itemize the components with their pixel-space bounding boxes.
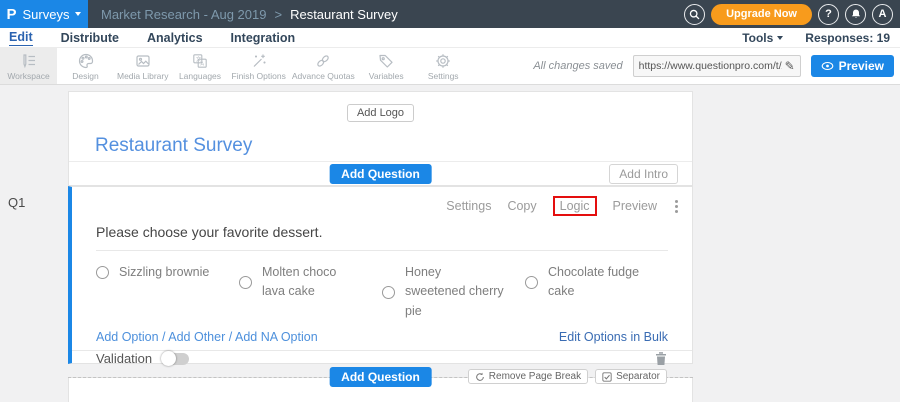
validation-label: Validation: [96, 351, 152, 366]
page-break-row: Add Question Remove Page Break Separator: [68, 366, 693, 388]
tab-edit[interactable]: Edit: [9, 30, 33, 46]
survey-header-card: Add Logo Restaurant Survey Add Question …: [68, 91, 693, 186]
validation-toggle[interactable]: [162, 353, 189, 365]
option-molten-choco-lava-cake[interactable]: Molten choco lava cake: [239, 263, 382, 302]
main-nav: Edit Distribute Analytics Integration To…: [0, 28, 900, 47]
help-button[interactable]: ?: [818, 4, 839, 25]
question-card: Settings Copy Logic Preview Please choos…: [68, 186, 693, 364]
svg-text:A: A: [200, 62, 204, 68]
checkbox-check-icon: [602, 372, 612, 382]
image-icon: [134, 52, 152, 70]
responses-count[interactable]: Responses: 19: [805, 31, 890, 45]
option-links-row: Add Option / Add Other / Add NA Option E…: [72, 321, 692, 350]
surveys-menu-label: Surveys: [23, 7, 70, 22]
toolbar-item-advance-quotas[interactable]: Advance Quotas: [289, 48, 358, 84]
preview-button[interactable]: Preview: [811, 55, 894, 77]
surveys-menu[interactable]: P Surveys: [0, 0, 88, 28]
questionpro-logo-icon: P: [7, 7, 17, 22]
notifications-bell-icon[interactable]: [845, 4, 866, 25]
radio-icon[interactable]: [96, 266, 109, 279]
toolbar-item-settings[interactable]: Settings: [415, 48, 472, 84]
upgrade-now-button[interactable]: Upgrade Now: [711, 4, 812, 25]
separator-button[interactable]: Separator: [595, 369, 667, 384]
toolbar-item-languages[interactable]: 文A Languages: [172, 48, 229, 84]
survey-header-actions: Add Question Add Intro: [69, 161, 692, 185]
eye-icon: [821, 61, 834, 71]
question-copy-link[interactable]: Copy: [507, 199, 536, 213]
add-question-button-bottom[interactable]: Add Question: [329, 367, 432, 387]
trash-icon: [654, 351, 668, 366]
edit-toolbar: Workspace Design Media Library 文A Langua…: [0, 47, 900, 85]
breadcrumb: Market Research - Aug 2019 > Restaurant …: [101, 7, 398, 22]
search-icon[interactable]: [684, 4, 705, 25]
edit-options-in-bulk-link[interactable]: Edit Options in Bulk: [559, 330, 668, 344]
nav-right: Tools Responses: 19: [742, 31, 900, 45]
question-text[interactable]: Please choose your favorite dessert.: [96, 224, 692, 240]
delete-question-button[interactable]: [654, 351, 668, 366]
chevron-down-icon: [777, 36, 783, 40]
survey-url-box: ✎: [633, 55, 801, 77]
avatar[interactable]: A: [872, 4, 893, 25]
tab-integration[interactable]: Integration: [231, 31, 296, 45]
question-preview-link[interactable]: Preview: [613, 199, 657, 213]
question-actions: Settings Copy Logic Preview: [72, 187, 692, 216]
kebab-menu-icon[interactable]: [675, 200, 678, 213]
option-chocolate-fudge-cake[interactable]: Chocolate fudge cake: [525, 263, 668, 302]
question-footer: Validation: [72, 350, 692, 366]
workspace-icon: [20, 52, 38, 70]
tab-distribute[interactable]: Distribute: [61, 31, 119, 45]
translate-icon: 文A: [191, 52, 209, 70]
topbar-actions: Upgrade Now ? A: [684, 4, 900, 25]
radio-icon[interactable]: [525, 276, 538, 289]
toolbar-item-variables[interactable]: Variables: [358, 48, 415, 84]
palette-icon: [77, 52, 95, 70]
toolbar-item-design[interactable]: Design: [57, 48, 114, 84]
option-honey-sweetened-cherry-pie[interactable]: Honey sweetened cherry pie: [382, 263, 525, 321]
question-logic-link-highlighted[interactable]: Logic: [553, 196, 597, 216]
refresh-icon: [475, 372, 485, 382]
top-bar: P Surveys Market Research - Aug 2019 > R…: [0, 0, 900, 28]
chevron-down-icon: [75, 12, 81, 16]
breadcrumb-separator-icon: >: [274, 7, 282, 22]
toolbar-right: All changes saved ✎ Preview: [533, 48, 900, 84]
breadcrumb-parent[interactable]: Market Research - Aug 2019: [101, 7, 266, 22]
remove-page-break-button[interactable]: Remove Page Break: [468, 369, 588, 384]
workspace-canvas: Q1 Add Logo Restaurant Survey Add Questi…: [0, 85, 900, 402]
tag-icon: [377, 52, 395, 70]
tab-analytics[interactable]: Analytics: [147, 31, 203, 45]
survey-url-input[interactable]: [639, 60, 782, 72]
toolbar-item-media-library[interactable]: Media Library: [114, 48, 172, 84]
question-number-label: Q1: [8, 195, 25, 210]
gear-icon: [434, 52, 452, 70]
answer-options: Sizzling brownie Molten choco lava cake …: [72, 251, 692, 321]
page-break-actions: Remove Page Break Separator: [468, 369, 667, 384]
autosave-status: All changes saved: [533, 60, 622, 72]
question-settings-link[interactable]: Settings: [446, 199, 491, 213]
magic-wand-icon: [250, 52, 268, 70]
tools-dropdown[interactable]: Tools: [742, 31, 783, 45]
add-intro-button[interactable]: Add Intro: [609, 164, 678, 184]
add-question-button-top[interactable]: Add Question: [329, 164, 432, 184]
chain-links-icon: [314, 52, 332, 70]
toolbar-item-workspace[interactable]: Workspace: [0, 48, 57, 84]
radio-icon[interactable]: [239, 276, 252, 289]
add-option-links[interactable]: Add Option / Add Other / Add NA Option: [96, 330, 318, 344]
radio-icon[interactable]: [382, 286, 395, 299]
breadcrumb-current: Restaurant Survey: [290, 7, 398, 22]
survey-title[interactable]: Restaurant Survey: [95, 135, 692, 157]
option-sizzling-brownie[interactable]: Sizzling brownie: [96, 263, 239, 282]
toolbar-item-finish-options[interactable]: Finish Options: [229, 48, 289, 84]
edit-url-pencil-icon[interactable]: ✎: [785, 59, 795, 73]
add-logo-button[interactable]: Add Logo: [347, 104, 414, 122]
